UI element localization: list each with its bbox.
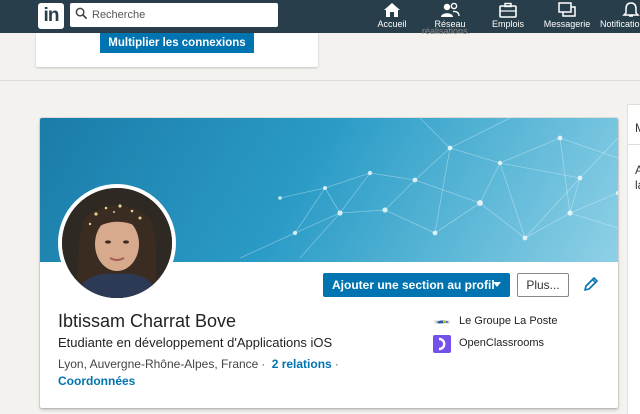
accomplishments-text: réalisations. [422, 26, 471, 36]
avatar-photo [62, 188, 172, 298]
nav-notifications-label: Notifications [600, 19, 640, 29]
add-section-label: Ajouter une section au profil [332, 278, 495, 292]
search-input[interactable] [92, 5, 272, 25]
messaging-icon [558, 2, 576, 17]
section-divider [0, 80, 640, 81]
relations-link[interactable]: 2 relations [272, 357, 332, 371]
nav-messaging[interactable]: Messagerie [540, 2, 594, 33]
home-icon [384, 3, 400, 17]
separator-dot: · [261, 357, 266, 371]
profile-location: Lyon, Auvergne-Rhône-Alpes, France [58, 357, 259, 371]
profile-headline: Etudiante en développement d'Application… [58, 335, 333, 350]
network-icon [441, 2, 460, 17]
side-text-2: A [635, 163, 640, 177]
multiply-connections-button[interactable]: Multiplier les connexions [100, 33, 254, 53]
search-box[interactable] [70, 3, 278, 27]
top-navbar: in Accueil Réseau Emplois [0, 0, 640, 33]
more-button[interactable]: Plus... [517, 273, 569, 297]
chevron-down-icon [492, 273, 502, 305]
nav-home-label: Accueil [377, 19, 407, 29]
openclassrooms-logo [433, 335, 451, 353]
company-name: Le Groupe La Poste [459, 315, 558, 327]
location-row: Lyon, Auvergne-Rhône-Alpes, France · 2 re… [58, 357, 342, 371]
contact-info-link[interactable]: Coordonnées [58, 374, 135, 388]
linkedin-logo[interactable]: in [38, 3, 64, 29]
separator-dot: · [334, 357, 339, 371]
side-text-1: M [635, 121, 640, 135]
add-profile-section-button[interactable]: Ajouter une section au profil [323, 273, 510, 297]
nav-jobs-label: Emplois [491, 19, 524, 29]
company-name: OpenClassrooms [459, 337, 544, 349]
side-text-3: la [635, 178, 640, 192]
nav-home[interactable]: Accueil [372, 2, 412, 33]
briefcase-icon [499, 2, 517, 18]
nav-jobs[interactable]: Emplois [488, 2, 528, 33]
profile-avatar[interactable] [58, 184, 176, 302]
edit-pencil-icon[interactable] [583, 276, 599, 292]
nav-messaging-label: Messagerie [543, 19, 591, 29]
la-poste-logo [434, 320, 450, 324]
search-icon [75, 7, 88, 20]
bell-icon [622, 2, 640, 17]
profile-name: Ibtissam Charrat Bove [58, 311, 237, 331]
profile-card: Ajouter une section au profil Plus... Ib… [40, 118, 618, 408]
side-divider [628, 144, 640, 145]
side-card [628, 105, 640, 414]
nav-notifications[interactable]: Notifications [598, 2, 640, 33]
